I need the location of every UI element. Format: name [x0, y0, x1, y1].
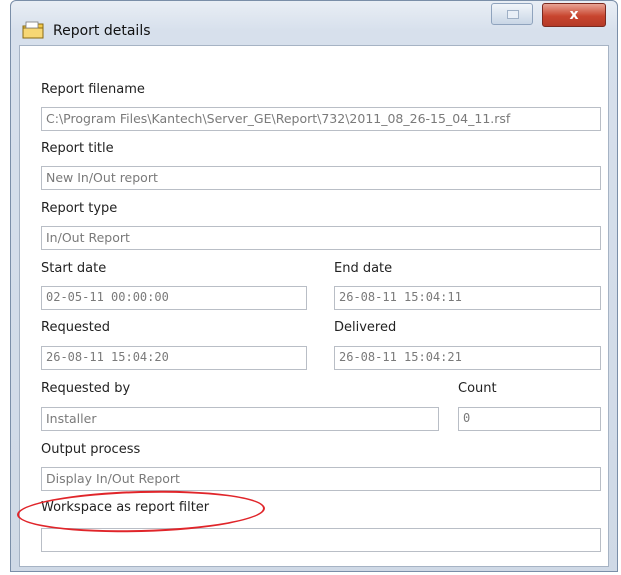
requested-label: Requested [41, 320, 111, 335]
start-date-field[interactable]: 02-05-11 00:00:00 [41, 286, 307, 310]
restore-button[interactable] [491, 3, 533, 25]
start-date-label: Start date [41, 261, 107, 276]
end-date-label: End date [334, 261, 393, 276]
requested-by-label: Requested by [41, 381, 131, 396]
report-filename-label: Report filename [41, 82, 145, 97]
requested-by-field[interactable]: Installer [41, 407, 439, 431]
count-field[interactable]: 0 [458, 407, 601, 431]
delivered-label: Delivered [334, 320, 397, 335]
report-title-label: Report title [41, 141, 114, 156]
restore-icon [507, 10, 519, 19]
report-filename-field[interactable]: C:\Program Files\Kantech\Server_GE\Repor… [41, 107, 601, 131]
title-bar[interactable]: Report details x [11, 1, 617, 45]
requested-field[interactable]: 26-08-11 15:04:20 [41, 346, 307, 370]
report-title-field[interactable]: New In/Out report [41, 166, 601, 190]
delivered-field[interactable]: 26-08-11 15:04:21 [334, 346, 601, 370]
count-label: Count [458, 381, 497, 396]
details-panel: Report filename C:\Program Files\Kantech… [19, 45, 609, 567]
end-date-field[interactable]: 26-08-11 15:04:11 [334, 286, 601, 310]
output-process-label: Output process [41, 442, 141, 457]
folder-report-icon [22, 21, 44, 39]
report-type-label: Report type [41, 201, 118, 216]
report-details-window: Report details x Report filename C:\Prog… [10, 0, 618, 572]
close-button[interactable]: x [542, 3, 606, 27]
output-process-field[interactable]: Display In/Out Report [41, 467, 601, 491]
window-title: Report details [53, 23, 151, 39]
report-type-field[interactable]: In/Out Report [41, 226, 601, 250]
